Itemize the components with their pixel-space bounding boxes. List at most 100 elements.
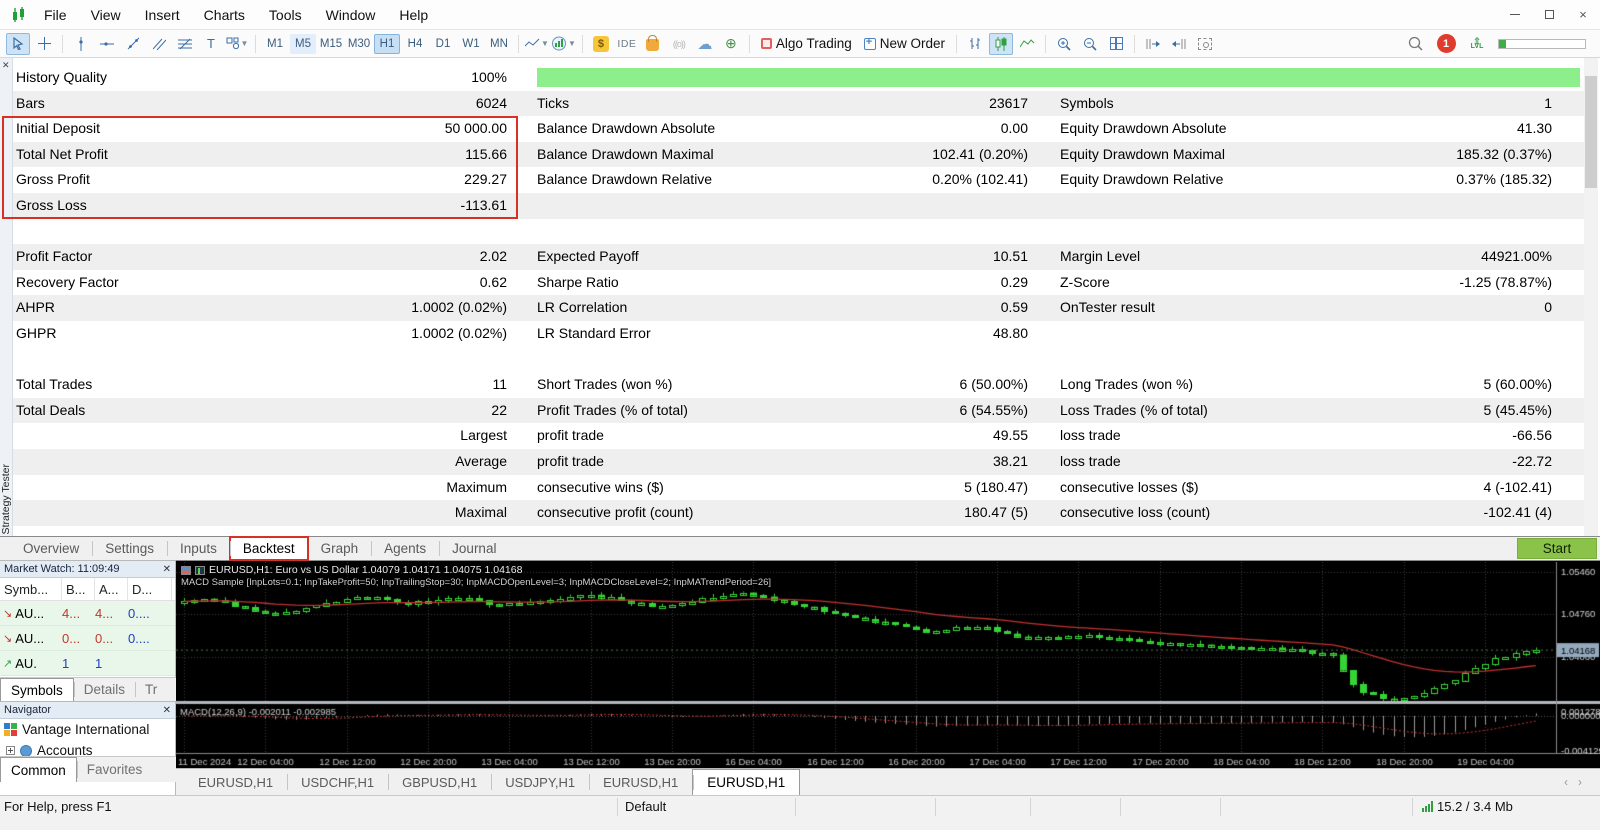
close-button[interactable]: × bbox=[1566, 3, 1600, 27]
market-watch-row[interactable]: ↘AU...0...0...0.... bbox=[0, 626, 175, 651]
chart-tab-0[interactable]: EURUSD,H1 bbox=[184, 769, 287, 795]
mw-col-header[interactable]: D... bbox=[128, 578, 172, 600]
tester-tab-settings[interactable]: Settings bbox=[92, 537, 167, 560]
chart-tab-scroll-left-icon[interactable]: ‹ bbox=[1564, 775, 1568, 789]
navigator-item-broker[interactable]: Vantage International bbox=[0, 719, 175, 740]
market-watch-row[interactable]: ↗AU.11 bbox=[0, 651, 175, 676]
mw-bid: 1 bbox=[62, 656, 95, 671]
cursor-tool-icon[interactable] bbox=[6, 33, 30, 55]
price-chart-canvas[interactable] bbox=[176, 562, 1600, 769]
nav-tab-common[interactable]: Common bbox=[0, 757, 77, 782]
tile-windows-icon[interactable] bbox=[1104, 33, 1128, 55]
screenshot-icon[interactable] bbox=[1193, 33, 1217, 55]
menu-tools[interactable]: Tools bbox=[257, 7, 314, 23]
chart-tab-1[interactable]: USDCHF,H1 bbox=[287, 769, 388, 795]
crosshair-tool-icon[interactable] bbox=[32, 33, 56, 55]
new-order-button[interactable]: New Order bbox=[880, 36, 945, 51]
chart-tab-scroll-right-icon[interactable]: › bbox=[1578, 775, 1582, 789]
trendline-tool-icon[interactable] bbox=[121, 33, 145, 55]
restore-button[interactable] bbox=[1532, 3, 1566, 27]
tester-tab-journal[interactable]: Journal bbox=[439, 537, 509, 560]
timeframe-w1[interactable]: W1 bbox=[458, 34, 484, 54]
mw-tab-tr[interactable]: Tr bbox=[135, 678, 167, 701]
bar-chart-mode-icon[interactable] bbox=[963, 33, 987, 55]
tester-side-label: Strategy Tester bbox=[0, 464, 12, 534]
shift-back-icon[interactable] bbox=[1167, 33, 1191, 55]
mw-col-header[interactable]: Symb... bbox=[0, 578, 62, 600]
navigator-close-icon[interactable]: ✕ bbox=[163, 705, 171, 716]
expand-icon[interactable] bbox=[6, 746, 15, 755]
mw-col-header[interactable]: A... bbox=[95, 578, 128, 600]
menu-help[interactable]: Help bbox=[387, 7, 440, 23]
chart-area[interactable]: EURUSD,H1: Euro vs US Dollar 1.04079 1.0… bbox=[176, 560, 1600, 768]
stat-value: 0.37% (185.32) bbox=[1243, 167, 1552, 193]
vertical-line-tool-icon[interactable] bbox=[69, 33, 93, 55]
shift-end-icon[interactable] bbox=[1141, 33, 1165, 55]
start-button[interactable]: Start bbox=[1517, 538, 1597, 559]
line-chart-type-icon[interactable]: ▼ bbox=[525, 33, 549, 55]
stat-value: 1.0002 (0.02%) bbox=[163, 295, 507, 321]
level-icon[interactable]: ⇧LVL bbox=[1465, 33, 1489, 55]
notifications-badge[interactable]: 1 bbox=[1434, 33, 1458, 55]
zoom-out-icon[interactable] bbox=[1078, 33, 1102, 55]
tester-scrollbar-thumb[interactable] bbox=[1585, 76, 1597, 188]
stat-value: 4 (-102.41) bbox=[1243, 475, 1552, 501]
chart-tab-3[interactable]: USDJPY,H1 bbox=[491, 769, 589, 795]
horizontal-line-tool-icon[interactable] bbox=[95, 33, 119, 55]
market-icon[interactable]: $ bbox=[589, 33, 613, 55]
timeframe-h1[interactable]: H1 bbox=[374, 34, 400, 54]
stat-value: 2.02 bbox=[163, 244, 507, 270]
search-icon[interactable] bbox=[1403, 33, 1427, 55]
timeframe-m5[interactable]: M5 bbox=[290, 34, 316, 54]
stat-value: -66.56 bbox=[1243, 423, 1552, 449]
stat-label: consecutive wins bbox=[537, 526, 643, 533]
tester-tab-graph[interactable]: Graph bbox=[308, 537, 372, 560]
tester-tab-overview[interactable]: Overview bbox=[10, 537, 92, 560]
menu-charts[interactable]: Charts bbox=[192, 7, 257, 23]
tester-tab-inputs[interactable]: Inputs bbox=[167, 537, 230, 560]
tester-close-icon[interactable]: ✕ bbox=[2, 60, 10, 71]
stats-row: Recovery Factor0.62Sharpe Ratio0.29Z-Sco… bbox=[13, 270, 1584, 296]
timeframe-m1[interactable]: M1 bbox=[262, 34, 288, 54]
new-order-icon bbox=[864, 38, 876, 50]
shop-bag-icon[interactable] bbox=[641, 33, 665, 55]
tester-tab-agents[interactable]: Agents bbox=[371, 537, 439, 560]
tester-tab-backtest-active[interactable]: Backtest bbox=[230, 537, 308, 560]
timeframe-m15[interactable]: M15 bbox=[318, 34, 344, 54]
line-chart-mode-icon[interactable] bbox=[1015, 33, 1039, 55]
timeframe-d1[interactable]: D1 bbox=[430, 34, 456, 54]
indicators-icon[interactable]: ▼ bbox=[551, 33, 576, 55]
mw-col-header[interactable]: B... bbox=[62, 578, 95, 600]
fibonacci-tool-icon[interactable] bbox=[173, 33, 197, 55]
chart-tab-2[interactable]: GBPUSD,H1 bbox=[388, 769, 491, 795]
text-tool-icon[interactable]: T bbox=[199, 33, 223, 55]
market-watch-row[interactable]: ↘AU...4...4...0.... bbox=[0, 601, 175, 626]
timeframe-m30[interactable]: M30 bbox=[346, 34, 372, 54]
nav-tab-favorites[interactable]: Favorites bbox=[77, 757, 153, 782]
ide-icon[interactable]: IDE bbox=[615, 33, 639, 55]
mw-tab-details[interactable]: Details bbox=[74, 678, 135, 701]
stat-value: 6024 bbox=[163, 91, 507, 117]
shapes-tool-icon[interactable]: ▼ bbox=[225, 33, 249, 55]
timeframe-h4[interactable]: H4 bbox=[402, 34, 428, 54]
zoom-in-icon[interactable] bbox=[1052, 33, 1076, 55]
algo-trading-button[interactable]: Algo Trading bbox=[776, 36, 852, 51]
menu-view[interactable]: View bbox=[79, 7, 133, 23]
status-profile[interactable]: Default bbox=[625, 799, 666, 814]
stats-row: Profit Factor2.02Expected Payoff10.51Mar… bbox=[13, 244, 1584, 270]
chart-tab-5[interactable]: EURUSD,H1 bbox=[692, 769, 800, 795]
mw-tab-symbols[interactable]: Symbols bbox=[0, 678, 74, 701]
tester-scrollbar[interactable] bbox=[1584, 58, 1598, 536]
stats-row bbox=[13, 219, 1584, 245]
timeframe-mn[interactable]: MN bbox=[486, 34, 512, 54]
market-watch-close-icon[interactable]: ✕ bbox=[163, 564, 171, 575]
chart-tab-4[interactable]: EURUSD,H1 bbox=[589, 769, 692, 795]
menu-insert[interactable]: Insert bbox=[133, 7, 192, 23]
minimize-button[interactable] bbox=[1498, 3, 1532, 27]
web-services-icon[interactable]: ⊕ bbox=[719, 33, 743, 55]
channel-tool-icon[interactable] bbox=[147, 33, 171, 55]
menu-file[interactable]: File bbox=[32, 7, 79, 23]
candlestick-mode-icon[interactable] bbox=[989, 33, 1013, 55]
cloud-icon[interactable]: ☁ bbox=[693, 33, 717, 55]
menu-window[interactable]: Window bbox=[314, 7, 388, 23]
